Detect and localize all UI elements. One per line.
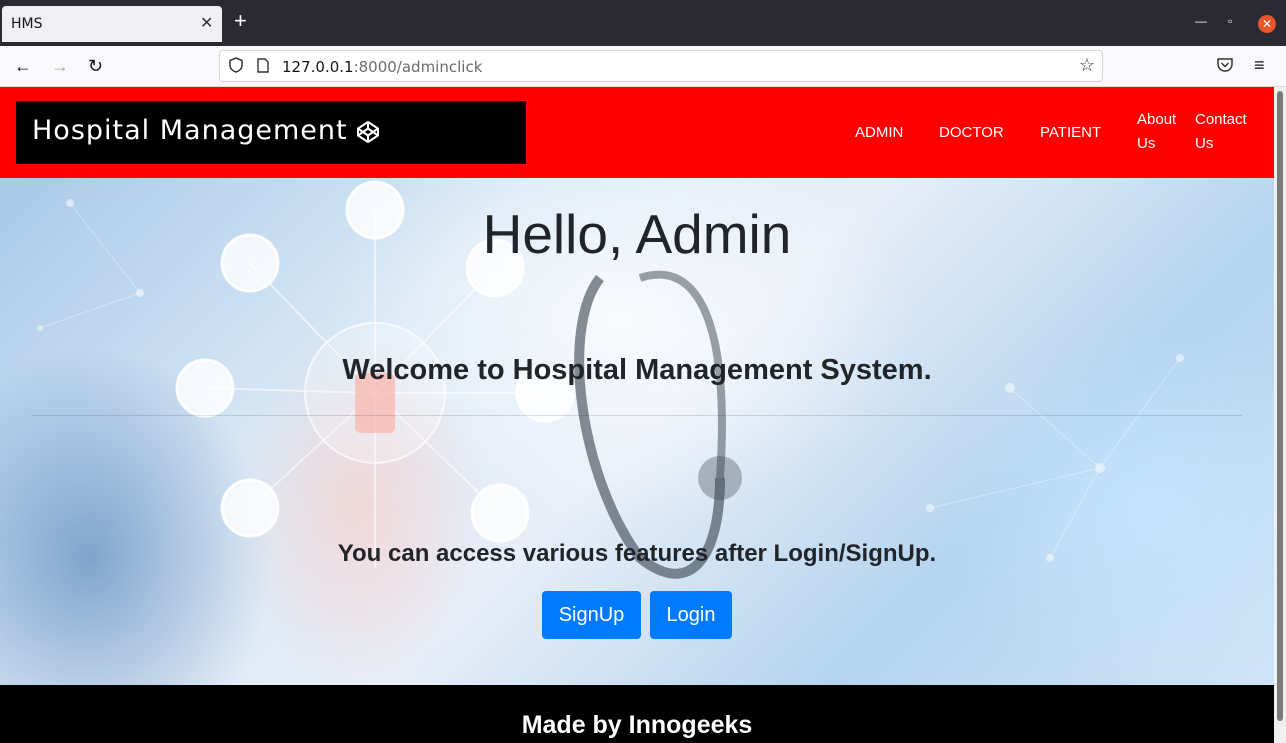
divider — [32, 415, 1242, 416]
nav-doctor[interactable]: DOCTOR — [939, 121, 1004, 145]
login-button[interactable]: Login — [650, 591, 732, 639]
url-bar[interactable]: 127.0.0.1:8000/adminclick ☆ — [219, 50, 1103, 82]
site-header: Hospital Management ADMIN DOCTOR PATIENT… — [0, 87, 1274, 178]
brand-title: Hospital Management — [32, 115, 348, 146]
hero-welcome-text: Welcome to Hospital Management System. — [342, 354, 932, 386]
pocket-icon[interactable] — [1216, 57, 1234, 77]
browser-navbar: ← → ↻ 127.0.0.1:8000/adminclick ☆ ≡ — [0, 46, 1286, 87]
tab-close-icon[interactable]: ✕ — [200, 13, 213, 33]
nav-admin[interactable]: ADMIN — [855, 121, 903, 145]
hero-jumbotron: Hello, Admin Welcome to Hospital Managem… — [0, 178, 1274, 685]
browser-tabbar: HMS ✕ + — ▫ ✕ — [0, 0, 1286, 46]
nav-contact-line2: Us — [1195, 135, 1214, 152]
codepen-icon — [357, 121, 379, 143]
site-footer: Made by Innogeeks — [0, 685, 1274, 743]
tab-title: HMS — [11, 16, 43, 32]
footer-credit: Made by Innogeeks — [521, 711, 753, 739]
browser-tab[interactable]: HMS ✕ — [2, 6, 222, 42]
reload-icon[interactable]: ↻ — [88, 56, 103, 76]
hero-access-text: You can access various features after Lo… — [337, 540, 937, 567]
nav-contact-line1: Contact — [1195, 111, 1247, 128]
window-close-icon[interactable]: ✕ — [1258, 15, 1276, 33]
url-host: 127.0.0.1 — [282, 58, 354, 76]
restore-icon[interactable]: ▫ — [1228, 14, 1232, 28]
scrollbar-thumb[interactable] — [1277, 91, 1283, 721]
signup-button[interactable]: SignUp — [542, 591, 641, 639]
nav-patient[interactable]: PATIENT — [1040, 121, 1101, 145]
page-viewport: Hospital Management ADMIN DOCTOR PATIENT… — [0, 87, 1274, 743]
menu-icon[interactable]: ≡ — [1254, 55, 1265, 75]
nav-about-us[interactable]: About Us — [1137, 108, 1176, 156]
back-icon[interactable]: ← — [14, 56, 32, 76]
nav-contact-us[interactable]: Contact Us — [1195, 108, 1247, 156]
url-text[interactable]: 127.0.0.1:8000/adminclick — [282, 58, 482, 76]
minimize-icon[interactable]: — — [1195, 14, 1207, 28]
page-icon — [257, 58, 269, 76]
brand[interactable]: Hospital Management — [16, 101, 526, 164]
nav-about-line1: About — [1137, 111, 1177, 128]
url-path: :8000/adminclick — [353, 58, 483, 76]
new-tab-icon[interactable]: + — [234, 10, 247, 32]
hero-title: Hello, Admin — [482, 203, 792, 265]
shield-icon[interactable] — [229, 57, 243, 77]
forward-icon[interactable]: → — [51, 56, 69, 76]
page-scrollbar[interactable] — [1274, 87, 1286, 743]
nav-about-line2: Us — [1137, 135, 1156, 152]
bookmark-star-icon[interactable]: ☆ — [1079, 55, 1095, 76]
